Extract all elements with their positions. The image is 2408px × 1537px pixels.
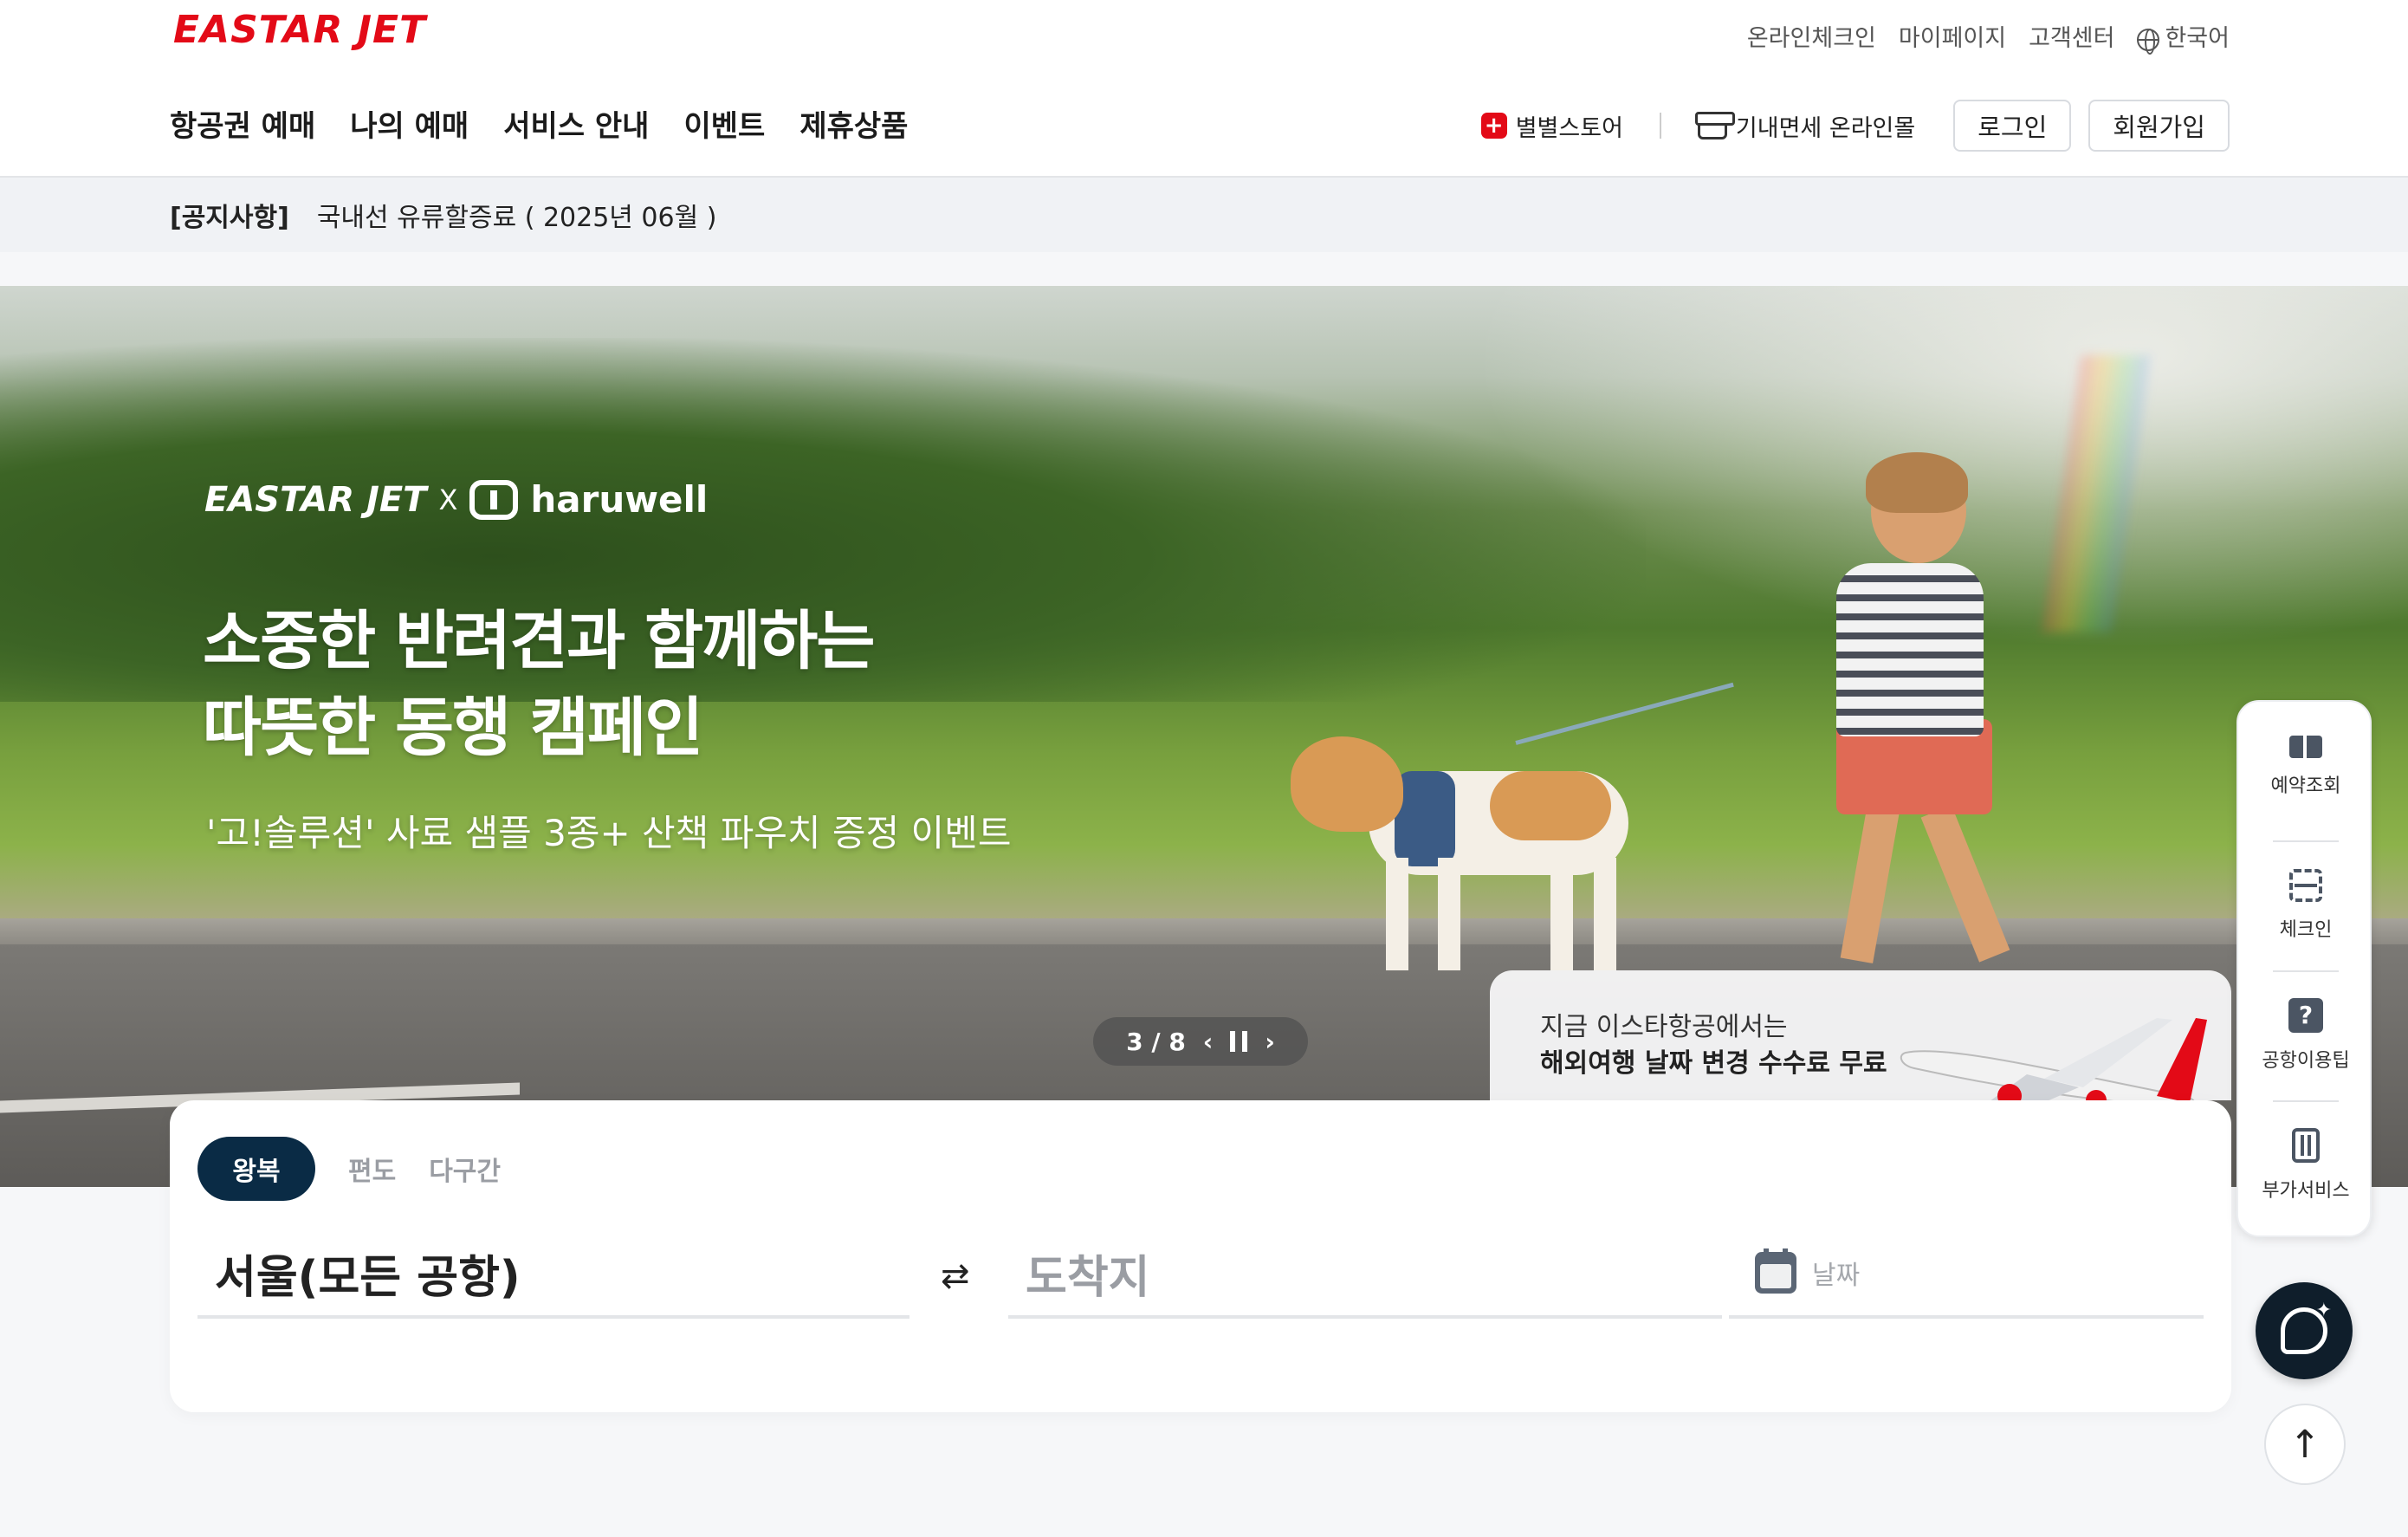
chat-icon	[2281, 1300, 2332, 1354]
dutyfree-label: 기내면세 온라인몰	[1735, 114, 1916, 142]
child-illustration	[1776, 452, 2062, 979]
nav-service-info[interactable]: 서비스 안내	[503, 102, 649, 145]
chatbot-button[interactable]	[2256, 1282, 2353, 1379]
trip-type-tabs: 왕복 편도 다구간	[197, 1137, 501, 1201]
online-checkin-link[interactable]: 온라인체크인	[1747, 19, 1876, 53]
departure-field[interactable]: 서울(모든 공항)	[197, 1230, 909, 1319]
pause-icon[interactable]	[1230, 1031, 1248, 1052]
star-store-label: 별별스토어	[1515, 114, 1623, 142]
luggage-icon	[2292, 1128, 2320, 1163]
language-label: 한국어	[2165, 25, 2230, 52]
quick-label: 부가서비스	[2262, 1180, 2350, 1202]
banner-headline-line2: 따뜻한 동행 캠페인	[203, 691, 703, 765]
tab-multi-city[interactable]: 다구간	[429, 1150, 501, 1188]
language-selector[interactable]: 한국어	[2137, 19, 2230, 55]
calendar-icon	[1755, 1248, 1796, 1294]
banner-brand: EASTAR JET X haruwell	[204, 478, 708, 521]
main-nav: 항공권 예매 나의 예매 서비스 안내 이벤트 제휴상품	[170, 102, 908, 145]
notice-label: [공지사항]	[170, 203, 289, 233]
login-button[interactable]: 로그인	[1953, 100, 2072, 152]
chevron-right-icon[interactable]: ›	[1265, 1028, 1275, 1056]
promo-line2: 해외여행 날짜 변경 수수료 무료	[1540, 1048, 1887, 1079]
plus-icon: +	[1480, 113, 1507, 139]
eastar-jet-logo[interactable]: EASTAR JET	[173, 2, 426, 57]
promo-line1: 지금 이스타항공에서는	[1540, 1012, 1788, 1042]
dutyfree-link[interactable]: 기내면세 온라인몰	[1694, 109, 1916, 143]
nav-events[interactable]: 이벤트	[683, 102, 765, 145]
nav-my-booking[interactable]: 나의 예매	[350, 102, 469, 145]
mypage-link[interactable]: 마이페이지	[1899, 19, 2006, 53]
quick-checkin[interactable]: 체크인	[2238, 840, 2373, 970]
chevron-left-icon[interactable]: ‹	[1203, 1028, 1214, 1056]
scan-icon	[2289, 869, 2322, 902]
nav-ticket-booking[interactable]: 항공권 예매	[170, 102, 315, 145]
banner-x: X	[438, 483, 458, 516]
quick-menu: 예약조회 체크인 ? 공항이용팁 부가서비스	[2236, 700, 2372, 1237]
customer-center-link[interactable]: 고객센터	[2029, 19, 2114, 53]
booking-widget: 왕복 편도 다구간 서울(모든 공항) ⇄ 도착지 날짜	[170, 1100, 2231, 1412]
swap-icon[interactable]: ⇄	[941, 1256, 970, 1296]
shop-icon	[1694, 112, 1735, 139]
date-field[interactable]: 날짜	[1729, 1230, 2204, 1319]
banner-subtitle: '고!솔루션' 사료 샘플 3종+ 산책 파우치 증정 이벤트	[206, 812, 1012, 854]
help-icon: ?	[2288, 998, 2323, 1033]
notice-link[interactable]: 국내선 유류할증료 ( 2025년 06월 )	[317, 196, 717, 234]
quick-airport-tips[interactable]: ? 공항이용팁	[2238, 970, 2373, 1100]
banner-headline: 소중한 반려견과 함께하는 따뜻한 동행 캠페인	[203, 598, 875, 771]
logo-text: EASTAR JET	[173, 7, 427, 52]
ticket-icon	[2289, 736, 2322, 758]
haruwell-icon	[469, 479, 519, 520]
site-header: EASTAR JET 온라인체크인 마이페이지 고객센터 한국어 항공권 예매 …	[0, 0, 2408, 178]
quick-label: 체크인	[2279, 919, 2333, 941]
scroll-top-button[interactable]: ↑	[2264, 1404, 2346, 1485]
quick-label: 공항이용팁	[2262, 1050, 2350, 1072]
arrival-field[interactable]: 도착지	[1008, 1230, 1722, 1319]
signup-button[interactable]: 회원가입	[2088, 100, 2230, 152]
divider	[1659, 113, 1661, 139]
star-store-link[interactable]: + 별별스토어	[1480, 109, 1623, 143]
nav-partner-products[interactable]: 제휴상품	[799, 102, 908, 145]
quick-extra-services[interactable]: 부가서비스	[2238, 1100, 2373, 1230]
tab-one-way[interactable]: 편도	[348, 1150, 396, 1188]
quick-label: 예약조회	[2270, 775, 2341, 797]
header-actions: + 별별스토어 기내면세 온라인몰 로그인 회원가입	[1480, 100, 2230, 152]
banner-pager: 3 / 8 ‹ ›	[1093, 1017, 1308, 1066]
notice-bar: [공지사항] 국내선 유류할증료 ( 2025년 06월 )	[0, 178, 2408, 252]
banner-headline-line1: 소중한 반려견과 함께하는	[203, 604, 875, 678]
tab-round-trip[interactable]: 왕복	[197, 1137, 315, 1201]
date-placeholder: 날짜	[1812, 1261, 1861, 1291]
pager-count: 3 / 8	[1126, 1027, 1186, 1056]
banner-haruwell-logo: haruwell	[530, 478, 709, 521]
utility-links: 온라인체크인 마이페이지 고객센터 한국어	[1747, 19, 2230, 55]
globe-icon	[2137, 28, 2160, 55]
banner-eastar-logo: EASTAR JET	[204, 479, 427, 520]
dog-illustration	[1291, 736, 1689, 979]
quick-booking-lookup[interactable]: 예약조회	[2238, 702, 2373, 832]
